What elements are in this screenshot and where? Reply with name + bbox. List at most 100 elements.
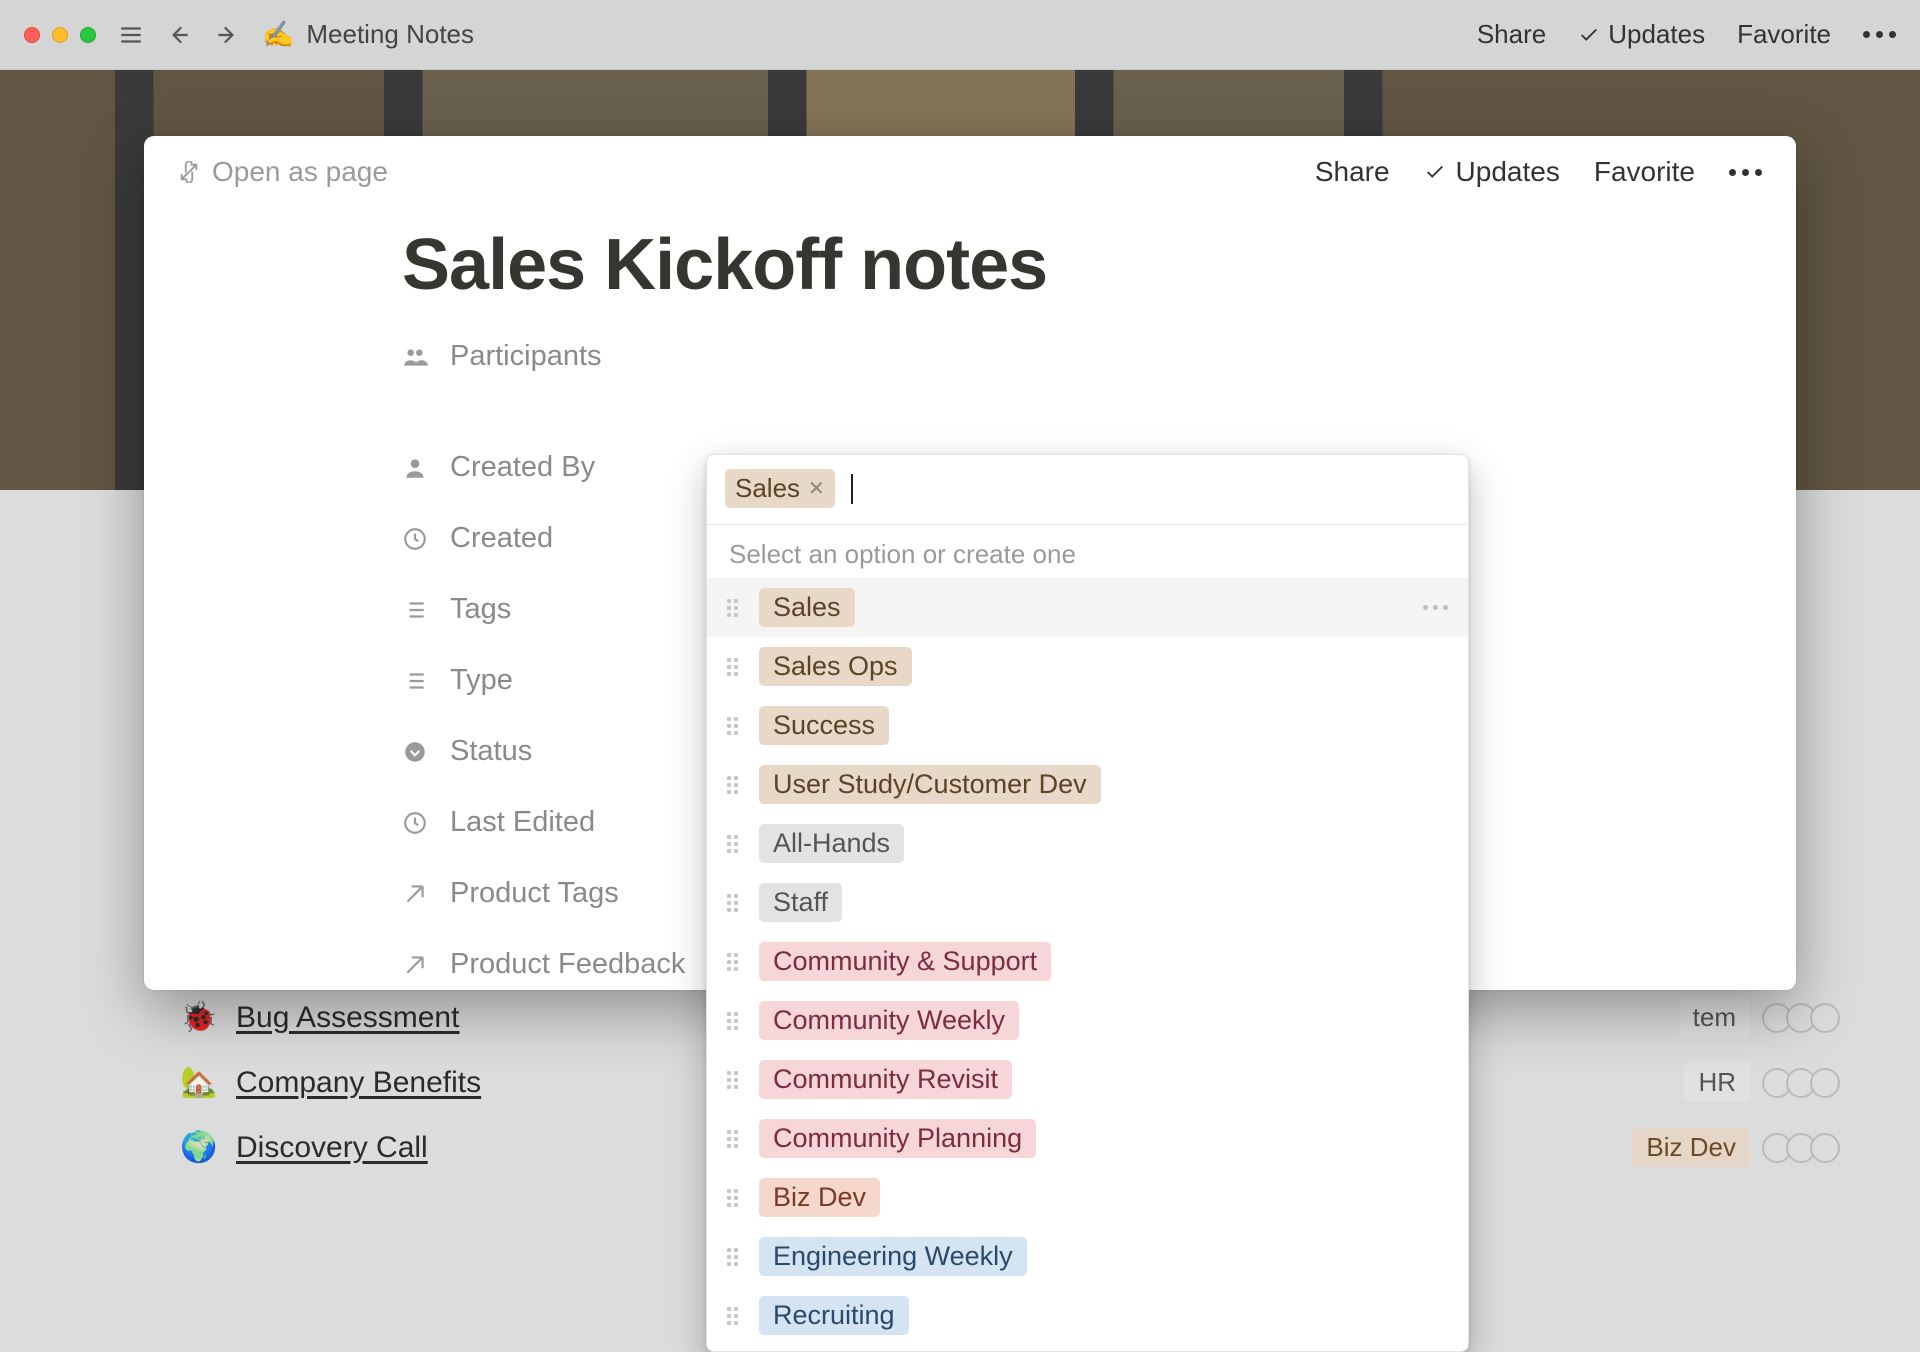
tag-select-popover: Sales ✕ Select an option or create one S… (706, 454, 1469, 1352)
property-label: Last Edited (450, 806, 595, 839)
page-title[interactable]: Sales Kickoff notes (402, 224, 1796, 306)
drag-handle-icon[interactable] (727, 894, 743, 912)
tag-select-input-row[interactable]: Sales ✕ (707, 455, 1468, 525)
modal-share-button[interactable]: Share (1315, 156, 1390, 188)
modal-updates-button[interactable]: Updates (1424, 156, 1560, 188)
row-emoji-icon: 🐞 (180, 1000, 218, 1035)
tag-option-label: Community Weekly (759, 1001, 1019, 1040)
drag-handle-icon[interactable] (727, 1307, 743, 1325)
toolbar-updates-button[interactable]: Updates (1578, 19, 1705, 50)
property-label: Tags (450, 593, 511, 626)
tag-option-label: Recruiting (759, 1296, 909, 1335)
property-label: Product Feedback (450, 948, 685, 981)
close-window-button[interactable] (24, 27, 40, 43)
drag-handle-icon[interactable] (727, 658, 743, 676)
row-title: Company Benefits (236, 1066, 481, 1100)
row-tag: tem (1679, 998, 1750, 1037)
row-emoji-icon: 🏡 (180, 1065, 218, 1100)
list-icon (402, 597, 428, 623)
person-icon (402, 455, 428, 481)
clock-icon (402, 810, 428, 836)
breadcrumb-title: Meeting Notes (306, 19, 474, 50)
tag-option-more-icon[interactable] (1423, 605, 1448, 610)
status-icon (402, 739, 428, 765)
tag-option[interactable]: Success (707, 696, 1468, 755)
tag-option-label: Community Revisit (759, 1060, 1012, 1099)
modal-more-icon[interactable] (1729, 169, 1762, 176)
page-peek-modal: Open as page Share Updates Favorite Sale… (144, 136, 1796, 990)
selected-tag-chip[interactable]: Sales ✕ (725, 469, 835, 508)
tag-option-label: Biz Dev (759, 1178, 880, 1217)
modal-favorite-button[interactable]: Favorite (1594, 156, 1695, 188)
sidebar-toggle-icon[interactable] (118, 22, 144, 48)
window-controls (24, 27, 96, 43)
tag-option-label: Engineering Weekly (759, 1237, 1027, 1276)
property-label: Product Tags (450, 877, 619, 910)
drag-handle-icon[interactable] (727, 1012, 743, 1030)
selected-tag-chip-label: Sales (735, 473, 800, 504)
row-title: Bug Assessment (236, 1001, 459, 1035)
toolbar-updates-label: Updates (1608, 19, 1705, 50)
modal-toolbar: Open as page Share Updates Favorite (144, 136, 1796, 198)
tag-option[interactable]: Engineering Weekly (707, 1227, 1468, 1286)
expand-icon (178, 161, 200, 183)
tag-option[interactable]: All-Hands (707, 814, 1468, 873)
drag-handle-icon[interactable] (727, 776, 743, 794)
property-label: Participants (450, 340, 602, 373)
drag-handle-icon[interactable] (727, 1248, 743, 1266)
tag-option[interactable]: Sales Ops (707, 637, 1468, 696)
fullscreen-window-button[interactable] (80, 27, 96, 43)
property-label: Type (450, 664, 513, 697)
row-avatars (1768, 1068, 1840, 1098)
open-as-page-label: Open as page (212, 156, 388, 188)
nav-back-icon[interactable] (166, 22, 192, 48)
row-avatars (1768, 1003, 1840, 1033)
drag-handle-icon[interactable] (727, 599, 743, 617)
property-row-participants[interactable]: Participants (402, 340, 1796, 373)
drag-handle-icon[interactable] (727, 835, 743, 853)
list-icon (402, 668, 428, 694)
row-title: Discovery Call (236, 1131, 428, 1165)
tag-option-label: Community & Support (759, 942, 1051, 981)
arrow-icon (402, 952, 428, 978)
drag-handle-icon[interactable] (727, 1130, 743, 1148)
breadcrumb[interactable]: ✍️ Meeting Notes (262, 19, 474, 50)
tag-select-hint: Select an option or create one (707, 525, 1468, 578)
tag-option[interactable]: Community Revisit (707, 1050, 1468, 1109)
tag-option[interactable]: Recruiting (707, 1286, 1468, 1345)
tag-option[interactable]: Community Weekly (707, 991, 1468, 1050)
toolbar-more-icon[interactable] (1863, 31, 1896, 38)
open-as-page-button[interactable]: Open as page (178, 156, 388, 188)
tag-option[interactable]: Sales (707, 578, 1468, 637)
tag-option[interactable]: Community & Support (707, 932, 1468, 991)
tag-option[interactable]: Community Planning (707, 1109, 1468, 1168)
arrow-icon (402, 881, 428, 907)
tag-option-label: Success (759, 706, 889, 745)
row-emoji-icon: 🌍 (180, 1130, 218, 1165)
clock-icon (402, 526, 428, 552)
modal-updates-label: Updates (1456, 156, 1560, 188)
property-label: Status (450, 735, 532, 768)
tag-option-label: Community Planning (759, 1119, 1036, 1158)
row-tag: HR (1684, 1063, 1750, 1102)
tag-option[interactable]: Biz Dev (707, 1168, 1468, 1227)
row-avatars (1768, 1133, 1840, 1163)
tag-option[interactable]: User Study/Customer Dev (707, 755, 1468, 814)
toolbar-share-button[interactable]: Share (1477, 19, 1546, 50)
tag-option[interactable]: Staff (707, 873, 1468, 932)
page-emoji-icon: ✍️ (262, 19, 294, 50)
tag-option-label: Sales (759, 588, 855, 627)
drag-handle-icon[interactable] (727, 953, 743, 971)
minimize-window-button[interactable] (52, 27, 68, 43)
tag-option-label: Sales Ops (759, 647, 912, 686)
nav-forward-icon[interactable] (214, 22, 240, 48)
drag-handle-icon[interactable] (727, 1071, 743, 1089)
remove-chip-icon[interactable]: ✕ (808, 476, 825, 501)
property-label: Created (450, 522, 553, 555)
drag-handle-icon[interactable] (727, 1189, 743, 1207)
participants-icon (402, 344, 428, 370)
tag-option-label: All-Hands (759, 824, 904, 863)
toolbar-favorite-button[interactable]: Favorite (1737, 19, 1831, 50)
drag-handle-icon[interactable] (727, 717, 743, 735)
row-tag: Biz Dev (1632, 1128, 1750, 1167)
